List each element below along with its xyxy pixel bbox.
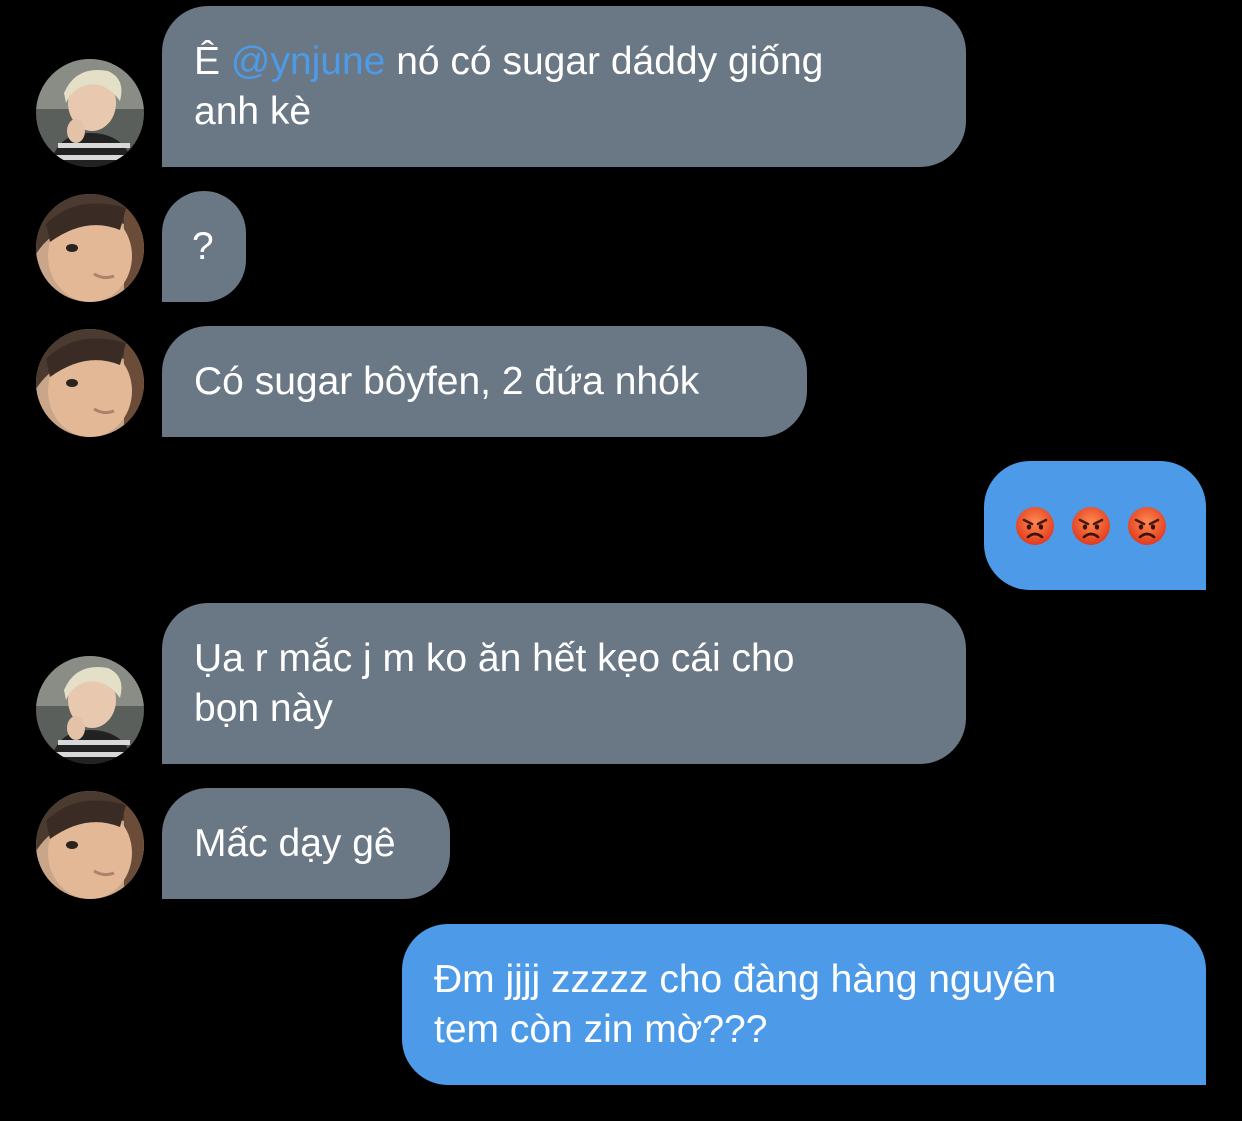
message-bubble-incoming[interactable]: Ụa r mắc j m ko ăn hết kẹo cái cho bọn n… bbox=[162, 603, 966, 764]
message-bubble-incoming[interactable]: Có sugar bôyfen, 2 đứa nhók bbox=[162, 326, 807, 437]
avatar-dark-hair-user-photo bbox=[36, 329, 144, 437]
avatar-dark-hair-user-photo bbox=[36, 194, 144, 302]
emoji-group bbox=[1014, 505, 1168, 547]
message-text: tem còn zin mờ??? bbox=[434, 1007, 768, 1051]
message-text: anh kè bbox=[194, 89, 312, 133]
message-text-prefix: Ê bbox=[194, 39, 231, 83]
message-text: Đm jjjj zzzzz cho đàng hàng nguyên bbox=[434, 957, 1057, 1001]
message-text: Mấc dạy gê bbox=[194, 821, 396, 865]
avatar-blond-user[interactable] bbox=[36, 656, 144, 764]
message-text: Có sugar bôyfen, 2 đứa nhók bbox=[194, 359, 700, 403]
message-bubble-incoming[interactable]: Mấc dạy gê bbox=[162, 788, 450, 899]
message-bubble-incoming[interactable]: ? bbox=[162, 191, 246, 302]
message-text: ? bbox=[192, 224, 214, 268]
message-bubble-outgoing[interactable]: Đm jjjj zzzzz cho đàng hàng nguyên tem c… bbox=[402, 924, 1206, 1085]
angry-face-emoji bbox=[1070, 505, 1112, 547]
angry-face-emoji bbox=[1014, 505, 1056, 547]
angry-face-emoji bbox=[1126, 505, 1168, 547]
avatar-blond-user-photo bbox=[36, 656, 144, 764]
message-text: nó có sugar dáddy giống bbox=[385, 39, 824, 83]
avatar-dark-hair-user[interactable] bbox=[36, 329, 144, 437]
avatar-blond-user[interactable] bbox=[36, 59, 144, 167]
avatar-blond-user-photo bbox=[36, 59, 144, 167]
message-bubble-outgoing[interactable] bbox=[984, 461, 1206, 590]
message-text: Ụa r mắc j m ko ăn hết kẹo cái cho bbox=[194, 636, 795, 680]
mention-link[interactable]: @ynjune bbox=[231, 40, 386, 83]
message-text: bọn này bbox=[194, 686, 333, 730]
message-bubble-incoming[interactable]: Ê @ynjune nó có sugar dáddy giống anh kè bbox=[162, 6, 966, 167]
avatar-dark-hair-user[interactable] bbox=[36, 194, 144, 302]
avatar-dark-hair-user[interactable] bbox=[36, 791, 144, 899]
avatar-dark-hair-user-photo bbox=[36, 791, 144, 899]
